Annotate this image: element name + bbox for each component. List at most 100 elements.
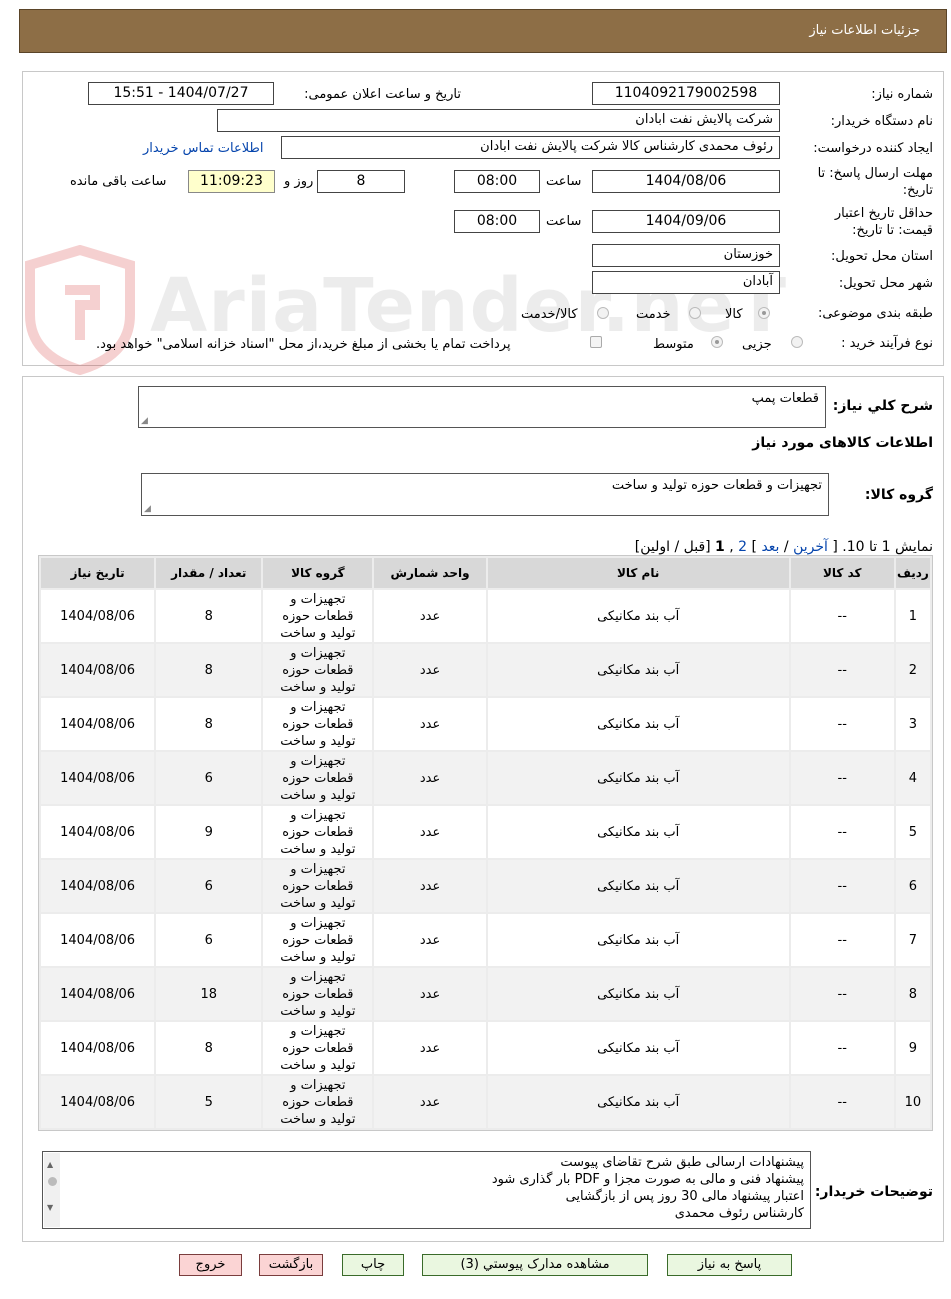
- table-row: 6 -- آب بند مکانیکی عدد تجهیزات و قطعات حوزه…: [41, 860, 930, 912]
- radio-category-goods-service[interactable]: [597, 307, 609, 319]
- cell-quantity: 18: [156, 968, 262, 1020]
- deadline-time-field: 08:00: [454, 170, 540, 193]
- radio-category-goods[interactable]: [758, 307, 770, 319]
- cell-need-date: 1404/08/06: [41, 590, 155, 642]
- cell-need-date: 1404/08/06: [41, 698, 155, 750]
- need-number-field: 1104092179002598: [592, 82, 780, 105]
- cell-item-name: آب بند مکانیکی: [487, 1022, 789, 1074]
- pagination-page-2[interactable]: 2: [738, 539, 747, 555]
- pagination-prefix: نمایش 1 تا 10. [: [832, 539, 933, 555]
- pagination-last-link[interactable]: آخرین: [793, 539, 828, 555]
- announce-label: تاریخ و ساعت اعلان عمومی:: [304, 87, 461, 102]
- table-row: 1 -- آب بند مکانیکی عدد تجهیزات و قطعات حوزه…: [41, 590, 930, 642]
- treasury-checkbox[interactable]: [590, 336, 602, 348]
- cell-item-code: --: [790, 1022, 894, 1074]
- page-title: جزئیات اطلاعات نیاز: [809, 23, 920, 38]
- cell-unit: عدد: [374, 860, 486, 912]
- cell-item-name: آب بند مکانیکی: [487, 752, 789, 804]
- days-label: روز و: [284, 174, 314, 189]
- exit-button[interactable]: خروج: [179, 1254, 242, 1276]
- cell-item-name: آب بند مکانیکی: [487, 860, 789, 912]
- deadline-label-2: تاریخ:: [902, 183, 933, 198]
- process-label: نوع فرآیند خرید :: [841, 336, 933, 351]
- radio-category-service[interactable]: [689, 307, 701, 319]
- days-field: 8: [317, 170, 405, 193]
- general-desc-text: قطعات پمپ: [751, 391, 819, 406]
- cell-group: تجهیزات و قطعات حوزه تولید و ساخت: [263, 806, 373, 858]
- remaining-time-field: 11:09:23: [188, 170, 275, 193]
- cell-item-code: --: [790, 1076, 894, 1128]
- reply-button[interactable]: پاسخ به نیاز: [667, 1254, 792, 1276]
- scroll-thumb[interactable]: [48, 1177, 57, 1186]
- buyer-notes-line: کارشناس رئوف محمدی: [674, 1206, 804, 1221]
- buyer-contact-link[interactable]: اطلاعات تماس خریدار: [143, 141, 263, 156]
- notes-scrollbar[interactable]: ▲ ▼: [44, 1153, 60, 1227]
- cell-item-name: آب بند مکانیکی: [487, 806, 789, 858]
- pagination-page-1: 1: [715, 539, 725, 555]
- watermark: AriaTender.neT: [20, 244, 786, 376]
- radio-category-goods-label: کالا: [725, 307, 743, 322]
- category-label: طبقه بندی موضوعی:: [817, 306, 933, 321]
- col-group-header: گروه کالا: [263, 558, 373, 588]
- validity-time-label: ساعت: [546, 214, 582, 229]
- buyer-org-label: نام دستگاه خریدار:: [830, 114, 933, 129]
- table-row: 10 -- آب بند مکانیکی عدد تجهیزات و قطعات حوز…: [41, 1076, 930, 1128]
- cell-need-date: 1404/08/06: [41, 914, 155, 966]
- creator-field: رئوف محمدی کارشناس کالا شرکت پالایش نفت …: [281, 136, 780, 159]
- cell-group: تجهیزات و قطعات حوزه تولید و ساخت: [263, 590, 373, 642]
- cell-quantity: 6: [156, 860, 262, 912]
- cell-unit: عدد: [374, 806, 486, 858]
- col-date-header: تاریخ نیاز: [41, 558, 155, 588]
- cell-row-number: 8: [895, 968, 930, 1020]
- announce-field: 1404/07/27 - 15:51: [88, 82, 274, 105]
- col-code-header: کد کالا: [790, 558, 894, 588]
- cell-row-number: 1: [895, 590, 930, 642]
- scroll-up-icon[interactable]: ▲: [47, 1156, 53, 1173]
- table-row: 3 -- آب بند مکانیکی عدد تجهیزات و قطعات حوزه…: [41, 698, 930, 750]
- attachments-button[interactable]: مشاهده مدارک پیوستي (3): [422, 1254, 648, 1276]
- cell-quantity: 8: [156, 590, 262, 642]
- radio-process-minor[interactable]: [791, 336, 803, 348]
- cell-need-date: 1404/08/06: [41, 968, 155, 1020]
- table-row: 4 -- آب بند مکانیکی عدد تجهیزات و قطعات حوزه…: [41, 752, 930, 804]
- cell-item-code: --: [790, 968, 894, 1020]
- buyer-notes-textarea[interactable]: ▲ ▼ پیشنهادات ارسالی طبق شرح تقاضای پیوس…: [42, 1151, 811, 1229]
- validity-time-field: 08:00: [454, 210, 540, 233]
- cell-need-date: 1404/08/06: [41, 644, 155, 696]
- col-row-header: ردیف: [895, 558, 930, 588]
- pagination-next-link[interactable]: بعد: [761, 539, 779, 555]
- cell-need-date: 1404/08/06: [41, 1076, 155, 1128]
- cell-quantity: 6: [156, 752, 262, 804]
- cell-item-code: --: [790, 698, 894, 750]
- radio-process-medium[interactable]: [711, 336, 723, 348]
- general-desc-textarea[interactable]: قطعات پمپ ◢: [138, 386, 826, 428]
- radio-category-service-label: خدمت: [636, 307, 671, 322]
- cell-row-number: 9: [895, 1022, 930, 1074]
- cell-item-code: --: [790, 806, 894, 858]
- cell-row-number: 10: [895, 1076, 930, 1128]
- scroll-down-icon[interactable]: ▼: [47, 1199, 53, 1216]
- cell-need-date: 1404/08/06: [41, 806, 155, 858]
- print-button[interactable]: چاپ: [342, 1254, 404, 1276]
- goods-group-text: تجهیزات و قطعات حوزه تولید و ساخت: [611, 478, 822, 493]
- goods-table: ردیف کد کالا نام کالا واحد شمارش گروه کا…: [38, 555, 933, 1131]
- back-button[interactable]: بازگشت: [259, 1254, 323, 1276]
- table-row: 7 -- آب بند مکانیکی عدد تجهیزات و قطعات حوزه…: [41, 914, 930, 966]
- cell-quantity: 6: [156, 914, 262, 966]
- cell-quantity: 5: [156, 1076, 262, 1128]
- cell-quantity: 8: [156, 698, 262, 750]
- goods-info-title: اطلاعات کالاهای مورد نیاز: [752, 435, 933, 451]
- page-header: جزئیات اطلاعات نیاز: [19, 9, 947, 53]
- province-label: استان محل تحویل:: [831, 249, 933, 264]
- goods-group-textarea[interactable]: تجهیزات و قطعات حوزه تولید و ساخت ◢: [141, 473, 829, 516]
- cell-group: تجهیزات و قطعات حوزه تولید و ساخت: [263, 752, 373, 804]
- buyer-notes-line: اعتبار پیشنهاد مالی 30 روز پس از بازگشای…: [565, 1189, 804, 1204]
- validity-label-2: قیمت: تا تاریخ:: [852, 223, 933, 238]
- cell-need-date: 1404/08/06: [41, 1022, 155, 1074]
- radio-process-minor-label: جزیی: [742, 337, 772, 352]
- cell-unit: عدد: [374, 1022, 486, 1074]
- goods-group-label: گروه کالا:: [864, 487, 933, 503]
- cell-group: تجهیزات و قطعات حوزه تولید و ساخت: [263, 1076, 373, 1128]
- cell-item-code: --: [790, 914, 894, 966]
- cell-item-name: آب بند مکانیکی: [487, 644, 789, 696]
